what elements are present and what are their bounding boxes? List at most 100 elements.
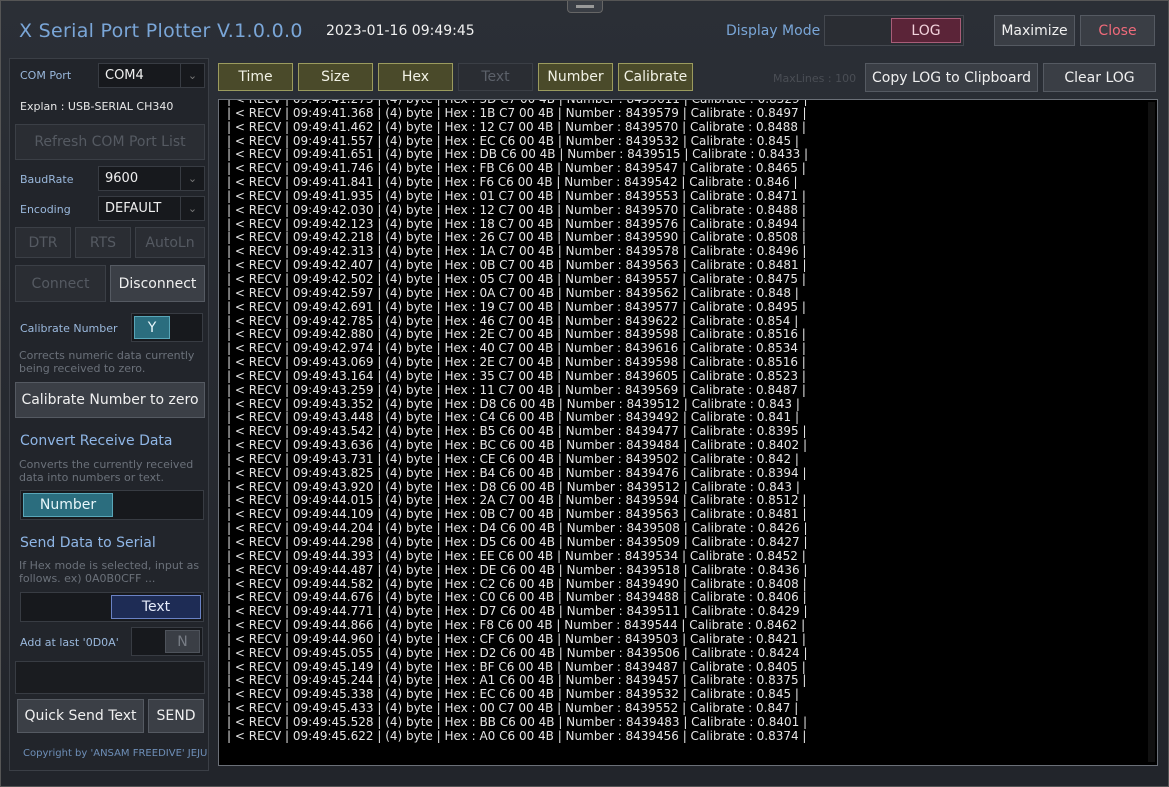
copy-log-button[interactable]: Copy LOG to Clipboard: [865, 63, 1038, 92]
log-line: | < RECV | 09:49:42.502 | (4) byte | Hex…: [227, 271, 806, 286]
baudrate-label: BaudRate: [20, 173, 74, 186]
log-line: | < RECV | 09:49:45.622 | (4) byte | Hex…: [227, 728, 807, 743]
mode-calibrate-button[interactable]: Calibrate: [618, 63, 693, 91]
copyright-text: Copyright by 'ANSAM FREEDIVE' JEJU: [23, 748, 208, 759]
log-line: | < RECV | 09:49:42.597 | (4) byte | Hex…: [227, 285, 799, 300]
log-line: | < RECV | 09:49:44.487 | (4) byte | Hex…: [227, 562, 808, 577]
log-line: | < RECV | 09:49:41.935 | (4) byte | Hex…: [227, 188, 806, 203]
explan-text: Explan : USB-SERIAL CH340: [20, 100, 174, 113]
encoding-label: Encoding: [20, 203, 71, 216]
log-line: | < RECV | 09:49:41.651 | (4) byte | Hex…: [227, 147, 809, 162]
mode-text-button[interactable]: Text: [458, 63, 533, 91]
log-line: | < RECV | 09:49:44.866 | (4) byte | Hex…: [227, 618, 806, 633]
log-line: | < RECV | 09:49:45.338 | (4) byte | Hex…: [227, 687, 799, 702]
log-line: | < RECV | 09:49:41.557 | (4) byte | Hex…: [227, 133, 799, 148]
dtr-button[interactable]: DTR: [15, 227, 71, 258]
log-line: | < RECV | 09:49:44.298 | (4) byte | Hex…: [227, 535, 808, 549]
log-line: | < RECV | 09:49:45.433 | (4) byte | Hex…: [227, 701, 799, 716]
convert-hint: Converts the currently received data int…: [19, 458, 194, 484]
encoding-select[interactable]: DEFAULT ⌄: [98, 196, 205, 221]
log-line: | < RECV | 09:49:42.218 | (4) byte | Hex…: [227, 230, 806, 245]
log-line: | < RECV | 09:49:42.880 | (4) byte | Hex…: [227, 327, 806, 342]
log-area: Time Size Hex Text Number Calibrate MaxL…: [212, 58, 1162, 771]
convert-mode-toggle[interactable]: Number: [20, 490, 204, 520]
log-line: | < RECV | 09:49:44.771 | (4) byte | Hex…: [227, 604, 808, 619]
add-last-toggle[interactable]: N: [131, 627, 203, 656]
display-mode-toggle[interactable]: LOG: [824, 15, 964, 46]
calibrate-number-toggle[interactable]: Y: [131, 313, 203, 342]
log-line: | < RECV | 09:49:45.055 | (4) byte | Hex…: [227, 645, 808, 660]
clear-log-button[interactable]: Clear LOG: [1043, 63, 1156, 92]
window-grip[interactable]: [567, 1, 603, 13]
mode-size-button[interactable]: Size: [298, 63, 373, 91]
maximize-button[interactable]: Maximize: [994, 15, 1075, 46]
left-panel: COM Port COM4 ⌄ Explan : USB-SERIAL CH34…: [9, 58, 209, 771]
log-lines: | < RECV | 09:49:41.273 | (4) byte | Hex…: [227, 100, 809, 744]
chevron-down-icon: ⌄: [180, 167, 204, 190]
log-line: | < RECV | 09:49:43.920 | (4) byte | Hex…: [227, 479, 800, 494]
mode-number-button[interactable]: Number: [538, 63, 613, 91]
log-line: | < RECV | 09:49:41.841 | (4) byte | Hex…: [227, 175, 798, 190]
send-text-input[interactable]: [15, 661, 205, 694]
log-line: | < RECV | 09:49:43.731 | (4) byte | Hex…: [227, 451, 799, 466]
encoding-value: DEFAULT: [105, 201, 162, 216]
calibrate-to-zero-button[interactable]: Calibrate Number to zero: [15, 382, 205, 418]
chevron-down-icon: ⌄: [180, 64, 204, 87]
log-line: | < RECV | 09:49:45.528 | (4) byte | Hex…: [227, 714, 808, 729]
rts-button[interactable]: RTS: [75, 227, 131, 258]
send-hint: If Hex mode is selected, input as follow…: [19, 559, 200, 585]
calibrate-hint: Corrects numeric data currently being re…: [19, 349, 195, 375]
com-port-value: COM4: [105, 68, 144, 83]
disconnect-button[interactable]: Disconnect: [110, 265, 205, 302]
app-title: X Serial Port Plotter V.1.0.0.0: [19, 20, 303, 42]
calibrate-number-value: Y: [134, 316, 170, 339]
convert-heading: Convert Receive Data: [20, 433, 173, 449]
send-mode-toggle[interactable]: Text: [20, 592, 204, 622]
log-line: | < RECV | 09:49:45.244 | (4) byte | Hex…: [227, 673, 807, 688]
refresh-com-port-button[interactable]: Refresh COM Port List: [15, 124, 205, 160]
log-line: | < RECV | 09:49:43.164 | (4) byte | Hex…: [227, 368, 806, 383]
log-scrollbar[interactable]: [1148, 102, 1155, 762]
log-line: | < RECV | 09:49:43.069 | (4) byte | Hex…: [227, 355, 806, 370]
connect-button[interactable]: Connect: [15, 265, 106, 302]
log-line: | < RECV | 09:49:42.030 | (4) byte | Hex…: [227, 202, 806, 217]
log-line: | < RECV | 09:49:41.462 | (4) byte | Hex…: [227, 119, 806, 134]
log-line: | < RECV | 09:49:42.313 | (4) byte | Hex…: [227, 244, 807, 259]
log-line: | < RECV | 09:49:44.015 | (4) byte | Hex…: [227, 493, 807, 508]
add-last-label: Add at last '0D0A': [20, 636, 119, 649]
log-line: | < RECV | 09:49:42.785 | (4) byte | Hex…: [227, 313, 799, 328]
log-line: | < RECV | 09:49:43.636 | (4) byte | Hex…: [227, 438, 808, 453]
add-last-value: N: [165, 630, 200, 653]
log-line: | < RECV | 09:49:43.542 | (4) byte | Hex…: [227, 424, 807, 439]
log-line: | < RECV | 09:49:43.352 | (4) byte | Hex…: [227, 396, 800, 411]
display-mode-value: LOG: [891, 18, 961, 43]
baudrate-value: 9600: [105, 171, 139, 186]
log-line: | < RECV | 09:49:44.676 | (4) byte | Hex…: [227, 590, 807, 605]
mode-hex-button[interactable]: Hex: [378, 63, 453, 91]
chevron-down-icon: ⌄: [180, 197, 204, 220]
baudrate-select[interactable]: 9600 ⌄: [98, 166, 205, 191]
send-mode-value: Text: [111, 595, 201, 619]
log-line: | < RECV | 09:49:43.825 | (4) byte | Hex…: [227, 465, 807, 480]
log-line: | < RECV | 09:49:42.123 | (4) byte | Hex…: [227, 216, 806, 231]
log-line: | < RECV | 09:49:41.746 | (4) byte | Hex…: [227, 161, 806, 176]
log-view[interactable]: | < RECV | 09:49:41.273 | (4) byte | Hex…: [218, 99, 1158, 766]
quick-send-button[interactable]: Quick Send Text: [17, 699, 144, 733]
autoln-button[interactable]: AutoLn: [135, 227, 205, 258]
app-window: X Serial Port Plotter V.1.0.0.0 2023-01-…: [0, 0, 1169, 787]
log-line: | < RECV | 09:49:41.368 | (4) byte | Hex…: [227, 105, 807, 120]
mode-time-button[interactable]: Time: [218, 63, 293, 91]
log-line: | < RECV | 09:49:42.974 | (4) byte | Hex…: [227, 341, 806, 356]
close-button[interactable]: Close: [1080, 15, 1155, 46]
log-line: | < RECV | 09:49:44.204 | (4) byte | Hex…: [227, 521, 808, 536]
log-line: | < RECV | 09:49:45.149 | (4) byte | Hex…: [227, 659, 806, 674]
log-line: | < RECV | 09:49:43.448 | (4) byte | Hex…: [227, 410, 799, 425]
send-button[interactable]: SEND: [148, 699, 204, 733]
com-port-select[interactable]: COM4 ⌄: [98, 63, 205, 88]
log-line: | < RECV | 09:49:42.407 | (4) byte | Hex…: [227, 258, 807, 273]
maxlines-label: MaxLines : 100: [773, 72, 857, 85]
log-line: | < RECV | 09:49:44.582 | (4) byte | Hex…: [227, 576, 807, 591]
log-line: | < RECV | 09:49:44.109 | (4) byte | Hex…: [227, 507, 807, 522]
log-line: | < RECV | 09:49:44.393 | (4) byte | Hex…: [227, 548, 806, 563]
calibrate-number-label: Calibrate Number: [20, 322, 118, 335]
